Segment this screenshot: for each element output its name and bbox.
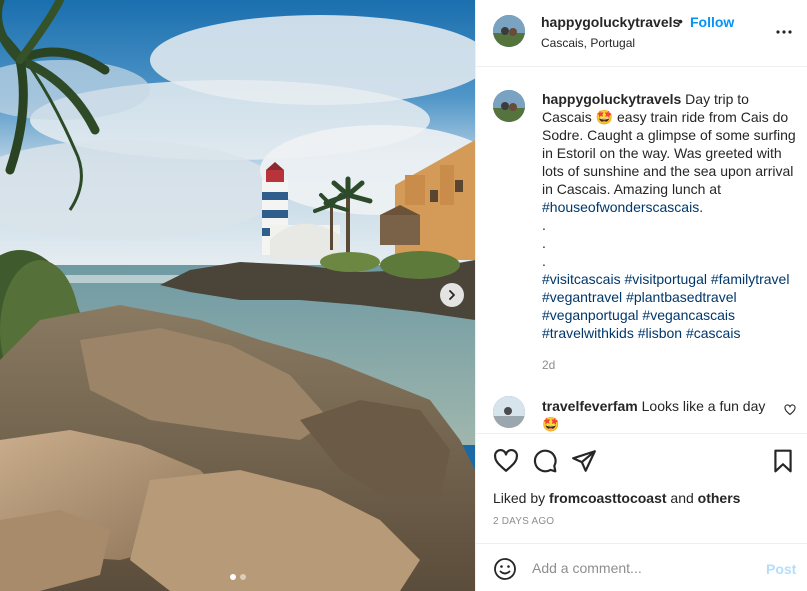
profile-photo-icon xyxy=(493,15,525,47)
separator-dot: • xyxy=(678,13,683,29)
hashtag-link[interactable]: #visitportugal xyxy=(624,271,707,287)
hashtag-link[interactable]: #veganportugal xyxy=(542,307,639,323)
comment-username[interactable]: travelfeverfam xyxy=(542,398,638,414)
profile-photo-icon xyxy=(493,396,525,428)
caption-dot-line: . xyxy=(542,217,546,233)
liked-by-others[interactable]: others xyxy=(698,490,741,506)
carousel-indicator xyxy=(0,574,475,580)
caption-username[interactable]: happygoluckytravels xyxy=(542,91,681,107)
post-header: happygoluckytravels • Follow Cascais, Po… xyxy=(476,0,807,67)
post-location[interactable]: Cascais, Portugal xyxy=(541,36,635,50)
save-button[interactable] xyxy=(770,448,796,474)
add-comment-input[interactable] xyxy=(532,554,752,582)
hashtag-link[interactable]: #vegantravel xyxy=(542,289,622,305)
hashtag-link[interactable]: #familytravel xyxy=(711,271,790,287)
liked-by-text: Liked by fromcoasttocoast and others xyxy=(493,490,740,506)
hashtag-link[interactable]: #cascais xyxy=(686,325,740,341)
comment-text: travelfeverfam Looks like a fun day 🤩 xyxy=(542,397,782,433)
more-horizontal-icon xyxy=(776,30,792,34)
comment-bubble-icon xyxy=(533,449,557,473)
post-comment-button[interactable]: Post xyxy=(766,561,796,577)
caption-dot-line: . xyxy=(542,235,546,251)
avatar[interactable] xyxy=(493,15,525,47)
add-comment-bar: Post xyxy=(476,543,807,591)
liked-by-and: and xyxy=(666,490,698,506)
paper-plane-icon xyxy=(572,450,596,472)
post-actions: Liked by fromcoasttocoast and others 2 D… xyxy=(476,433,807,543)
instagram-post-modal: happygoluckytravels • Follow Cascais, Po… xyxy=(0,0,807,591)
liked-by-prefix: Liked by xyxy=(493,490,550,506)
heart-outline-small-icon xyxy=(784,404,796,416)
hashtag-link[interactable]: #houseofwonderscascais xyxy=(542,199,699,215)
caption-dot-line: . xyxy=(542,253,546,269)
comment-avatar[interactable] xyxy=(493,396,525,428)
hashtag-link[interactable]: #travelwithkids xyxy=(542,325,634,341)
heart-outline-icon xyxy=(494,448,518,472)
hashtag-link[interactable]: #vegancascais xyxy=(642,307,735,323)
coastal-lighthouse-photo xyxy=(0,0,475,591)
carousel-dot xyxy=(239,574,246,580)
star-struck-emoji: 🤩 xyxy=(595,109,614,125)
bookmark-icon xyxy=(774,449,792,473)
like-button[interactable] xyxy=(493,448,519,474)
hashtag-link[interactable]: #visitcascais xyxy=(542,271,621,287)
share-button[interactable] xyxy=(571,448,597,474)
comment-button[interactable] xyxy=(532,448,558,474)
caption-period: . xyxy=(699,199,704,215)
post-date[interactable]: 2 DAYS AGO xyxy=(493,516,554,527)
post-side-panel: happygoluckytravels • Follow Cascais, Po… xyxy=(475,0,807,591)
comment-like-button[interactable] xyxy=(784,403,798,417)
carousel-dot-active xyxy=(229,574,236,580)
follow-button[interactable]: Follow xyxy=(690,14,734,30)
star-struck-emoji: 🤩 xyxy=(542,416,560,432)
next-photo-button[interactable] xyxy=(440,283,464,307)
chevron-right-icon xyxy=(449,290,455,300)
hashtag-link[interactable]: #lisbon xyxy=(638,325,682,341)
caption-text: happygoluckytravels Day trip to Cascais … xyxy=(542,90,798,342)
profile-photo-icon xyxy=(493,90,525,122)
post-photo[interactable] xyxy=(0,0,475,591)
smiley-icon xyxy=(494,558,516,580)
comments-section[interactable]: happygoluckytravels Day trip to Cascais … xyxy=(476,68,807,433)
emoji-button[interactable] xyxy=(493,557,517,581)
comment-body: Looks like a fun day xyxy=(637,398,766,414)
liked-by-user[interactable]: fromcoasttocoast xyxy=(549,490,666,506)
more-options-button[interactable] xyxy=(772,20,796,44)
caption-timestamp[interactable]: 2d xyxy=(542,358,555,372)
hashtag-link[interactable]: #plantbasedtravel xyxy=(626,289,737,305)
caption-avatar[interactable] xyxy=(493,90,525,122)
post-username[interactable]: happygoluckytravels xyxy=(541,14,680,30)
